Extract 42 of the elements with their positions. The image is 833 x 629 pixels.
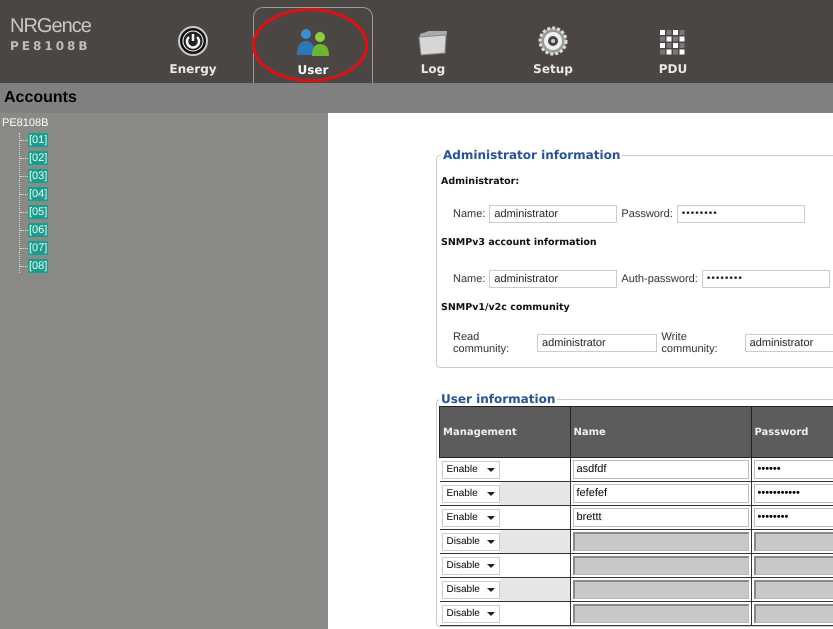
column-header: Name [570, 406, 751, 458]
field-label: Write community: [661, 331, 719, 355]
group-heading: SNMPv3 account information [441, 237, 598, 248]
input-field[interactable]: administrator [744, 334, 833, 352]
group-heading: SNMPv1/v2c community [441, 302, 571, 313]
nav-tab[interactable]: PDU [613, 7, 733, 83]
input-field[interactable]: •••••••• [676, 205, 805, 223]
name-field[interactable]: fefefef [572, 484, 748, 503]
status-dropdown[interactable]: Enable [442, 460, 500, 478]
field-label: Name: [453, 273, 486, 285]
name-field[interactable]: brettt [572, 508, 748, 527]
field-label: Name: [453, 208, 486, 220]
panel-title: Administrator information [442, 148, 622, 162]
nav-tab[interactable]: Energy [133, 7, 253, 83]
folder-icon [417, 28, 449, 56]
nav-tab[interactable]: Log [373, 7, 493, 83]
column-header: Password [751, 406, 833, 458]
field-label: Password: [621, 208, 673, 220]
panel-title: User information [440, 392, 556, 406]
column-header: Management [440, 406, 570, 458]
tree-root[interactable]: PE8108B [2, 117, 328, 129]
password-field[interactable]: ••••••••••• [754, 484, 833, 503]
power-icon [178, 26, 208, 56]
password-field[interactable]: •••••• [754, 460, 833, 479]
input-field[interactable]: administrator [489, 205, 618, 223]
status-dropdown[interactable]: Enable [442, 508, 500, 526]
input-field[interactable]: •••••••• [702, 270, 830, 288]
gear-icon [538, 26, 568, 56]
input-field[interactable]: administrator [537, 334, 658, 352]
password-field[interactable]: •••••••• [754, 508, 833, 527]
users-icon [295, 27, 331, 57]
field-label: Auth-password: [621, 273, 698, 285]
status-dropdown[interactable]: Enable [442, 484, 500, 502]
input-field[interactable]: administrator [489, 270, 618, 288]
nav-tab[interactable]: Setup [493, 7, 613, 83]
model-name: PE8108B [10, 39, 92, 53]
logo: NRGence [10, 16, 92, 36]
grid-icon [660, 30, 686, 56]
name-field[interactable]: asdfdf [572, 460, 748, 479]
field-label: Read community: [453, 331, 510, 355]
group-heading: Administrator: [441, 176, 520, 187]
section-title: Accounts [4, 89, 77, 107]
